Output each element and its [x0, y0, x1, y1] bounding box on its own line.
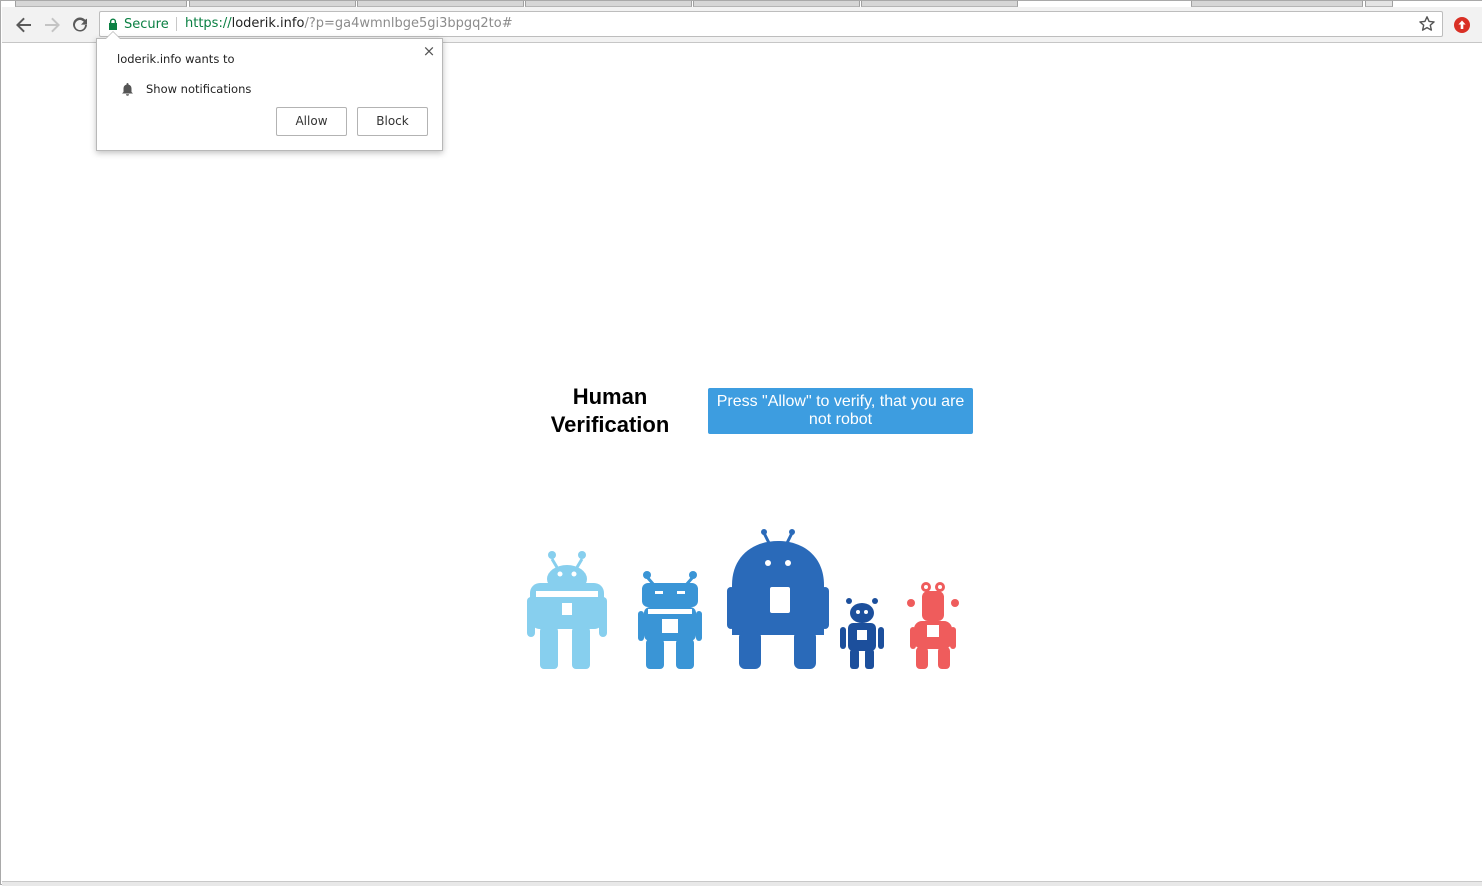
- robot-dark-blue: [727, 529, 829, 669]
- notification-permission-popup: loderik.info wants to × Show notificatio…: [96, 31, 443, 151]
- verify-button[interactable]: Press "Allow" to verify, that you are no…: [708, 388, 973, 434]
- address-bar[interactable]: Secure https://loderik.info/?p=ga4wmnlbg…: [99, 11, 1443, 37]
- permission-title: loderik.info wants to: [117, 52, 235, 66]
- page-title: Human Verification: [532, 383, 688, 439]
- url-path: /?p=ga4wmnlbge5gi3bpgq2to#: [304, 16, 513, 31]
- permission-row: Show notifications: [121, 81, 251, 97]
- secure-label: Secure: [124, 16, 169, 32]
- forward-button[interactable]: [40, 13, 64, 37]
- robot-light-blue: [527, 551, 607, 669]
- url-scheme: https://: [185, 16, 232, 31]
- heading-line-2: Verification: [550, 412, 670, 437]
- omnibox-divider: [176, 17, 177, 31]
- robot-navy: [840, 598, 884, 669]
- bell-icon: [122, 83, 133, 96]
- robot-blue: [638, 571, 702, 669]
- popup-arrow: [105, 31, 121, 39]
- allow-button[interactable]: Allow: [276, 107, 347, 136]
- back-button[interactable]: [12, 13, 36, 37]
- window-bottom-edge: [2, 881, 1482, 886]
- robot-red: [907, 582, 959, 669]
- five-robots-illustration: [527, 529, 959, 669]
- extension-button[interactable]: [1453, 16, 1471, 34]
- star-icon: [1419, 16, 1435, 31]
- browser-window: Secure https://loderik.info/?p=ga4wmnlbg…: [0, 0, 1482, 886]
- close-icon[interactable]: ×: [422, 44, 436, 59]
- url-host: loderik.info: [231, 16, 305, 31]
- block-button[interactable]: Block: [357, 107, 428, 136]
- url-text[interactable]: https://loderik.info/?p=ga4wmnlbge5gi3bp…: [185, 12, 513, 36]
- permission-label: Show notifications: [146, 82, 252, 96]
- lock-icon: [109, 18, 117, 30]
- arrow-left-icon: [16, 17, 31, 33]
- reload-icon: [73, 17, 87, 32]
- heading-line-1: Human: [572, 384, 648, 409]
- red-circle-arrow-icon: [1454, 17, 1470, 33]
- reload-button[interactable]: [68, 13, 92, 37]
- page-content: Human Verification Press "Allow" to veri…: [2, 43, 1482, 881]
- bookmark-star-button[interactable]: [1418, 15, 1436, 33]
- arrow-right-icon: [45, 17, 60, 33]
